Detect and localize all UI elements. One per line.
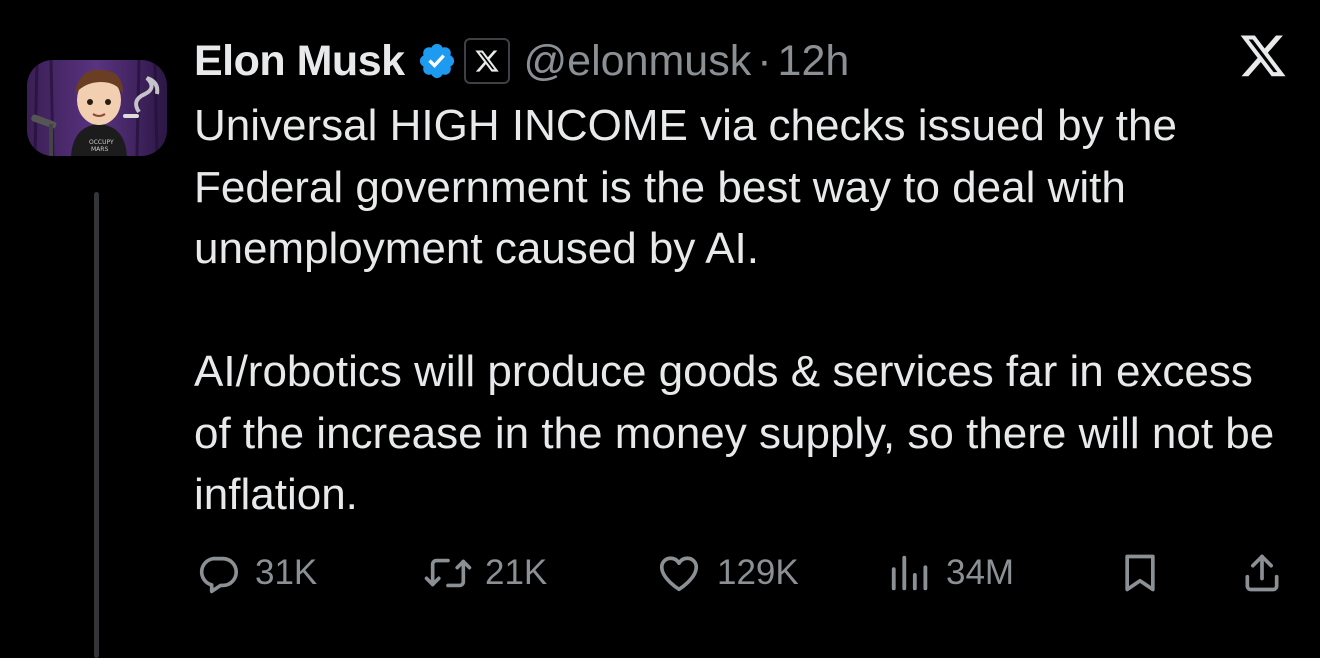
views-icon — [888, 550, 934, 596]
avatar-image: OCCUPY MARS — [27, 60, 167, 156]
retweet-count: 21K — [485, 553, 548, 592]
verified-badge-icon[interactable] — [417, 41, 457, 81]
share-button[interactable] — [1240, 548, 1284, 598]
tweet-paragraph: AI/robotics will produce goods & service… — [194, 347, 1275, 519]
bookmark-button[interactable] — [1118, 548, 1162, 598]
avatar[interactable]: OCCUPY MARS — [27, 60, 167, 156]
author-handle[interactable]: @elonmusk — [524, 37, 752, 86]
timestamp[interactable]: 12h — [778, 37, 850, 86]
bookmark-icon — [1118, 550, 1162, 596]
affiliate-x-logo-icon[interactable] — [463, 38, 510, 84]
reply-icon — [195, 550, 241, 596]
heart-icon — [655, 550, 703, 596]
svg-text:MARS: MARS — [91, 146, 108, 153]
views-button[interactable]: 34M — [888, 548, 1014, 598]
tweet-header: Elon Musk @elonmusk · 12h — [194, 33, 849, 89]
like-button[interactable]: 129K — [655, 548, 799, 598]
display-name[interactable]: Elon Musk — [194, 37, 405, 86]
reply-button[interactable]: 31K — [195, 548, 317, 598]
views-count: 34M — [946, 553, 1015, 592]
separator-dot: · — [757, 36, 772, 85]
retweet-icon — [423, 550, 473, 596]
x-logo-icon — [1238, 35, 1288, 81]
tweet-text: Universal HIGH INCOME via checks issued … — [194, 95, 1294, 526]
like-count: 129K — [717, 553, 799, 592]
reply-count: 31K — [255, 553, 318, 592]
share-icon — [1240, 550, 1284, 596]
tweet-paragraph: Universal HIGH INCOME via checks issued … — [194, 101, 1177, 273]
retweet-button[interactable]: 21K — [423, 548, 547, 598]
svg-text:OCCUPY: OCCUPY — [89, 139, 114, 146]
action-bar: 31K 21K 129K 34M — [0, 548, 1320, 598]
tweet: OCCUPY MARS Elon Musk @elonmusk · 12h Un… — [0, 0, 1320, 658]
